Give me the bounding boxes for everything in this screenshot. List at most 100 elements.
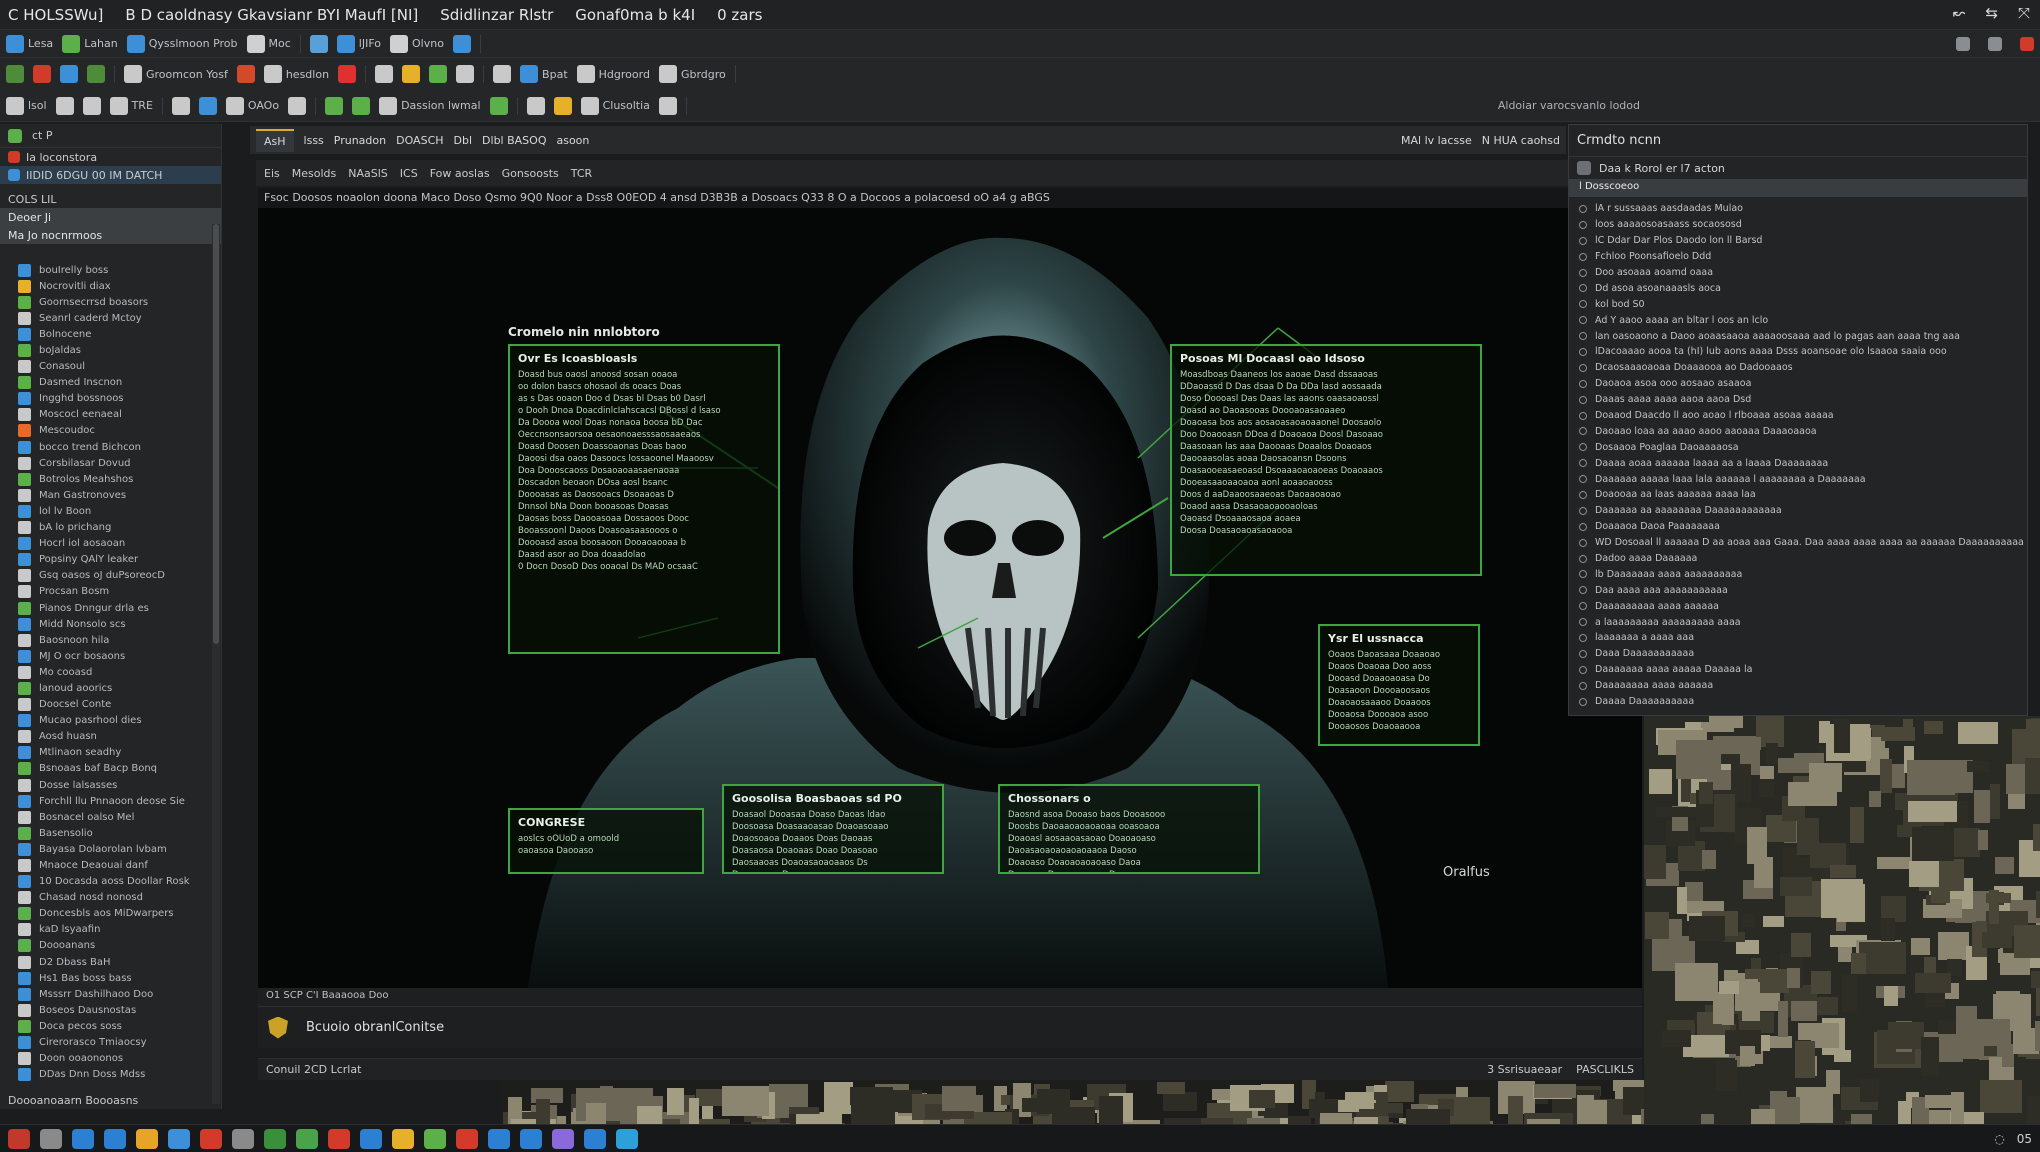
folder-icon[interactable] bbox=[136, 1128, 158, 1149]
app-pen-icon[interactable] bbox=[232, 1128, 254, 1149]
layer-list-item[interactable]: Moscocl eenaeal bbox=[0, 407, 210, 423]
property-item[interactable]: Ad Y aaoo aaaa an bltar l oos an lclo bbox=[1569, 312, 2027, 328]
property-item[interactable]: Dcaosaaaoaoaa Doaaaooa ao Dadooaaos bbox=[1569, 360, 2027, 376]
layer-list-item[interactable]: Doon ooaononos bbox=[0, 1051, 210, 1067]
toolbar-button[interactable] bbox=[288, 96, 307, 115]
canvas[interactable]: Cromelo nin nnlobtoro Ovr Es Icoasbloasl… bbox=[258, 208, 1642, 988]
toolbar-button[interactable] bbox=[171, 96, 190, 115]
app-monitor-icon[interactable] bbox=[520, 1128, 542, 1149]
monitor-icon[interactable] bbox=[1956, 36, 1970, 51]
layer-row-selected[interactable]: Deoer Ji bbox=[0, 208, 221, 226]
app-files-icon[interactable] bbox=[392, 1128, 414, 1149]
layer-list-item[interactable]: lanoud aoorics bbox=[0, 680, 210, 696]
app-store-icon[interactable] bbox=[584, 1128, 606, 1149]
toolbar-button[interactable] bbox=[55, 96, 74, 115]
property-item[interactable]: Daaas aaaa aaaa aaoa aaoa Dsd bbox=[1569, 392, 2027, 408]
layer-list-item[interactable]: DDas Dnn Doss Mdss bbox=[0, 1067, 210, 1083]
property-item[interactable]: Dadoo aaaa Daaaaaa bbox=[1569, 551, 2027, 567]
property-item[interactable]: laaaaaaa a aaaa aaa bbox=[1569, 630, 2027, 646]
layer-list-item[interactable]: Hocrl iol aosaoan bbox=[0, 536, 210, 552]
warning-icon[interactable] bbox=[2020, 36, 2034, 51]
app-chrome-icon[interactable] bbox=[328, 1128, 350, 1149]
property-item[interactable]: Daoaao loaa aa aaao aaoo aaoaaa Daaaoaao… bbox=[1569, 423, 2027, 439]
toolbar-button[interactable] bbox=[489, 96, 508, 115]
toolbar-button[interactable]: Gbrdgro bbox=[658, 65, 726, 83]
property-item[interactable]: Doaaod Daacdo ll aoo aoao l rlboaaa asoa… bbox=[1569, 408, 2027, 424]
layer-list-item[interactable]: Bolnocene bbox=[0, 326, 210, 342]
layer-list-item[interactable]: bocco trend Bichcon bbox=[0, 439, 210, 455]
toolbar-button[interactable]: hesdlon bbox=[263, 65, 329, 83]
layer-list-item[interactable]: Bsnoaas baf Bacp Bonq bbox=[0, 761, 210, 777]
scroll-thumb[interactable] bbox=[213, 224, 219, 644]
layer-list-item[interactable]: Chasad nosd nonosd bbox=[0, 890, 210, 906]
layer-list-item[interactable]: Gsq oasos oJ duPsoreocD bbox=[0, 568, 210, 584]
layer-list-item[interactable]: Cirerorasco Tmiaocsy bbox=[0, 1035, 210, 1051]
layer-row[interactable]: Ia loconstora bbox=[0, 148, 221, 166]
swap-icon[interactable]: ⇆ bbox=[1985, 4, 1998, 22]
toolbar-button[interactable]: Olvno bbox=[390, 34, 444, 53]
toolbar-button[interactable] bbox=[429, 65, 448, 83]
toolbar-button[interactable]: OAOo bbox=[225, 96, 279, 115]
property-item[interactable]: lA r sussaaas aasdaadas Mulao bbox=[1569, 201, 2027, 217]
toolbar-button[interactable] bbox=[6, 65, 24, 83]
property-item[interactable]: Daaaaaaa aaaa aaaaa Daaaaa la bbox=[1569, 662, 2027, 678]
property-item[interactable]: a laaaaaaaaa aaaaaaaaa aaaa bbox=[1569, 614, 2027, 630]
toolbar-button[interactable] bbox=[456, 65, 475, 83]
layer-list-item[interactable]: Ingghd bossnoos bbox=[0, 391, 210, 407]
toolbar-button[interactable]: Dassion lwmal bbox=[379, 96, 481, 115]
layer-list-item[interactable]: 10 Docasda aoss Doollar Rosk bbox=[0, 874, 210, 890]
layer-list-item[interactable]: Botrolos Meahshos bbox=[0, 471, 210, 487]
layers-scrollbar[interactable] bbox=[212, 224, 220, 1104]
subbar-item[interactable]: ICS bbox=[400, 167, 418, 180]
app-green-icon[interactable] bbox=[264, 1128, 286, 1149]
layer-list-item[interactable]: Baosnoon hila bbox=[0, 632, 210, 648]
property-item[interactable]: WD Dosoaal ll aaaaaa D aa aoaa aaa Gaaa.… bbox=[1569, 535, 2027, 551]
annotation-box-1[interactable]: Ovr Es Icoasbloasls Doasd bus oaosl anoo… bbox=[508, 344, 780, 654]
toolbar-button[interactable] bbox=[553, 96, 572, 115]
toolbar-button[interactable] bbox=[236, 65, 255, 83]
layer-list-item[interactable]: Seanrl caderd Mctoy bbox=[0, 310, 210, 326]
layer-list-item[interactable]: Doca pecos soss bbox=[0, 1018, 210, 1034]
layer-list-item[interactable]: kaD lsyaafin bbox=[0, 922, 210, 938]
layer-list-item[interactable]: lol lv Boon bbox=[0, 503, 210, 519]
layer-list-item[interactable]: bA lo prichang bbox=[0, 520, 210, 536]
security-label[interactable]: Bcuoio obranlConitse bbox=[306, 1020, 444, 1035]
toolbar-button[interactable]: TRE bbox=[109, 96, 153, 115]
property-item[interactable]: Daaaa aoaa aaaaaa laaaa aa a laaaa Daaaa… bbox=[1569, 455, 2027, 471]
property-item[interactable]: Daaaaaa aaaaa laaa lala aaaaaa l aaaaaaa… bbox=[1569, 471, 2027, 487]
toolbar-button[interactable]: lJIFo bbox=[336, 34, 381, 53]
person-icon[interactable] bbox=[1988, 36, 2002, 51]
layer-list-item[interactable]: Mo cooasd bbox=[0, 664, 210, 680]
subbar-item[interactable]: NAaSlS bbox=[348, 167, 388, 180]
tab-1[interactable]: lsss bbox=[304, 134, 324, 147]
tab-4[interactable]: Dbl bbox=[454, 134, 473, 147]
toolbar-button[interactable] bbox=[375, 65, 394, 83]
toolbar-button[interactable] bbox=[82, 96, 101, 115]
app-mail-icon[interactable] bbox=[168, 1128, 190, 1149]
property-item[interactable]: Fchloo Poonsafioelo Ddd bbox=[1569, 249, 2027, 265]
toolbar-button[interactable] bbox=[325, 96, 344, 115]
tab-active[interactable]: AsH bbox=[256, 128, 294, 152]
toolbar-button[interactable]: Hdgroord bbox=[576, 65, 650, 83]
layer-list-item[interactable]: Msssrr Dashilhaoo Doo bbox=[0, 986, 210, 1002]
annotation-box-2[interactable]: Posoas Ml Docaasl oao Idsoso Moasdboas D… bbox=[1170, 344, 1482, 576]
app-edge-icon[interactable] bbox=[360, 1128, 382, 1149]
property-item[interactable]: lDacoaaao aooa ta (hI) lub aons aaaa Dss… bbox=[1569, 344, 2027, 360]
toolbar-button[interactable] bbox=[198, 96, 217, 115]
expand-icon[interactable]: ⤧ bbox=[2018, 4, 2030, 22]
annotation-box-6[interactable]: Chossonars o Daosnd asoa Dooaso baos Doo… bbox=[998, 784, 1260, 874]
layer-list-item[interactable]: Pianos Dnngur drla es bbox=[0, 600, 210, 616]
toolbar-button[interactable]: Lesa bbox=[6, 34, 53, 53]
app-window-icon[interactable] bbox=[488, 1128, 510, 1149]
layer-list-item[interactable]: Doocsel Conte bbox=[0, 697, 210, 713]
subbar-item[interactable]: Mesolds bbox=[292, 167, 337, 180]
app-red-icon[interactable] bbox=[8, 1128, 30, 1149]
app-globe-icon[interactable] bbox=[72, 1128, 94, 1149]
property-item[interactable]: lan oasoaono a Daoo aoaasaaoa aaaaoosaaa… bbox=[1569, 328, 2027, 344]
app-photos-icon[interactable] bbox=[424, 1128, 446, 1149]
properties-selected[interactable]: l Dosscoeoo bbox=[1569, 179, 2027, 197]
subbar-item[interactable]: Eis bbox=[264, 167, 280, 180]
property-item[interactable]: lC Ddar Dar Plos Daodo lon ll Barsd bbox=[1569, 233, 2027, 249]
layer-list-item[interactable]: D2 Dbass BaH bbox=[0, 954, 210, 970]
subbar-item[interactable]: Fow aoslas bbox=[430, 167, 490, 180]
